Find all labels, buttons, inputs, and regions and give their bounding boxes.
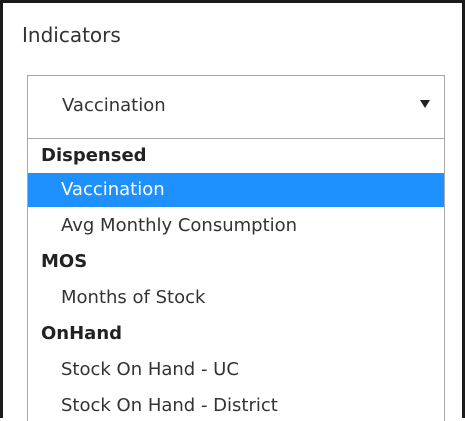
indicators-listbox[interactable]: Dispensed Vaccination Avg Monthly Consum…: [27, 139, 445, 421]
indicators-select[interactable]: Vaccination: [27, 75, 445, 139]
indicators-label: Indicators: [22, 23, 121, 47]
option-stock-on-hand-uc[interactable]: Stock On Hand - UC: [28, 353, 444, 387]
option-avg-monthly-consumption[interactable]: Avg Monthly Consumption: [28, 209, 444, 243]
option-months-of-stock[interactable]: Months of Stock: [28, 281, 444, 315]
optgroup-mos: MOS: [41, 251, 88, 272]
optgroup-dispensed: Dispensed: [41, 145, 147, 166]
select-value: Vaccination: [62, 95, 166, 116]
indicators-panel: Indicators Vaccination Dispensed Vaccina…: [0, 0, 465, 421]
optgroup-onhand: OnHand: [41, 323, 123, 344]
option-stock-on-hand-district[interactable]: Stock On Hand - District: [28, 389, 444, 421]
dropdown-arrow-icon: [420, 100, 430, 108]
option-vaccination[interactable]: Vaccination: [28, 173, 444, 207]
